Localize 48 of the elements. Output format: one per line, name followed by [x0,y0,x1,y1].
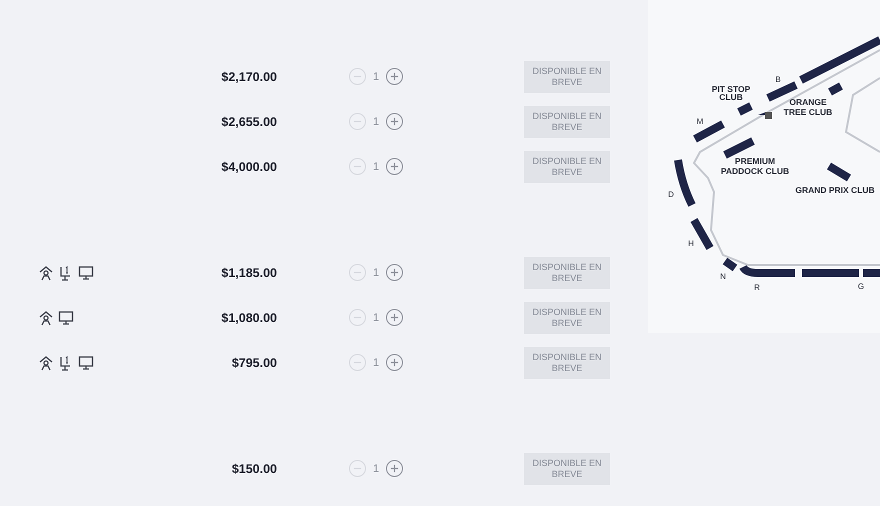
person-icon [38,264,54,280]
ticket-price: $150.00 [230,462,277,476]
monitor-icon [78,354,94,370]
monitor-icon [78,264,94,280]
plus-icon [390,162,399,171]
plus-icon [390,358,399,367]
club-label: ORANGE [789,97,827,107]
section-label: M [696,117,704,126]
increase-button[interactable] [386,354,403,371]
plus-icon [390,72,399,81]
club-label: GRAND PRIX CLUB [795,185,875,195]
quantity-value: 1 [372,70,380,82]
ticket-price: $4,000.00 [220,160,277,174]
increase-button[interactable] [386,264,403,281]
section-label: D [668,190,674,199]
quantity-value: 1 [372,116,380,128]
quantity-value: 1 [372,266,380,278]
monitor-icon [58,310,74,326]
quantity-value: 1 [372,356,380,368]
increase-button[interactable] [386,309,403,326]
section-label: H [688,239,694,248]
quantity-value: 1 [372,160,380,172]
ticket-price: $2,655.00 [220,114,277,128]
club-label: TREE CLUB [784,107,832,117]
increase-button[interactable] [386,68,403,85]
plus-icon [390,464,399,473]
section-label: N [720,272,726,281]
club-label: PIT STOP [712,84,750,94]
club-label: CLUB [719,92,743,102]
increase-button[interactable] [386,158,403,175]
plus-icon [390,313,399,322]
club-label: PREMIUM [734,156,776,166]
ticket-price: $795.00 [230,356,277,370]
increase-button[interactable] [386,460,403,477]
person-icon [38,354,54,370]
plus-icon [390,268,399,277]
person-icon [38,310,54,326]
quantity-value: 1 [372,312,380,324]
section-label: B [775,75,781,84]
ticket-price: $1,080.00 [220,310,277,324]
ticket-price: $1,185.00 [220,266,277,280]
plus-icon [390,117,399,126]
increase-button[interactable] [386,113,403,130]
section-label: G [858,282,864,291]
section-label: R [754,283,760,292]
quantity-value: 1 [372,462,380,474]
ticket-price: $2,170.00 [220,70,277,84]
club-label: PADDOCK CLUB [720,166,790,176]
